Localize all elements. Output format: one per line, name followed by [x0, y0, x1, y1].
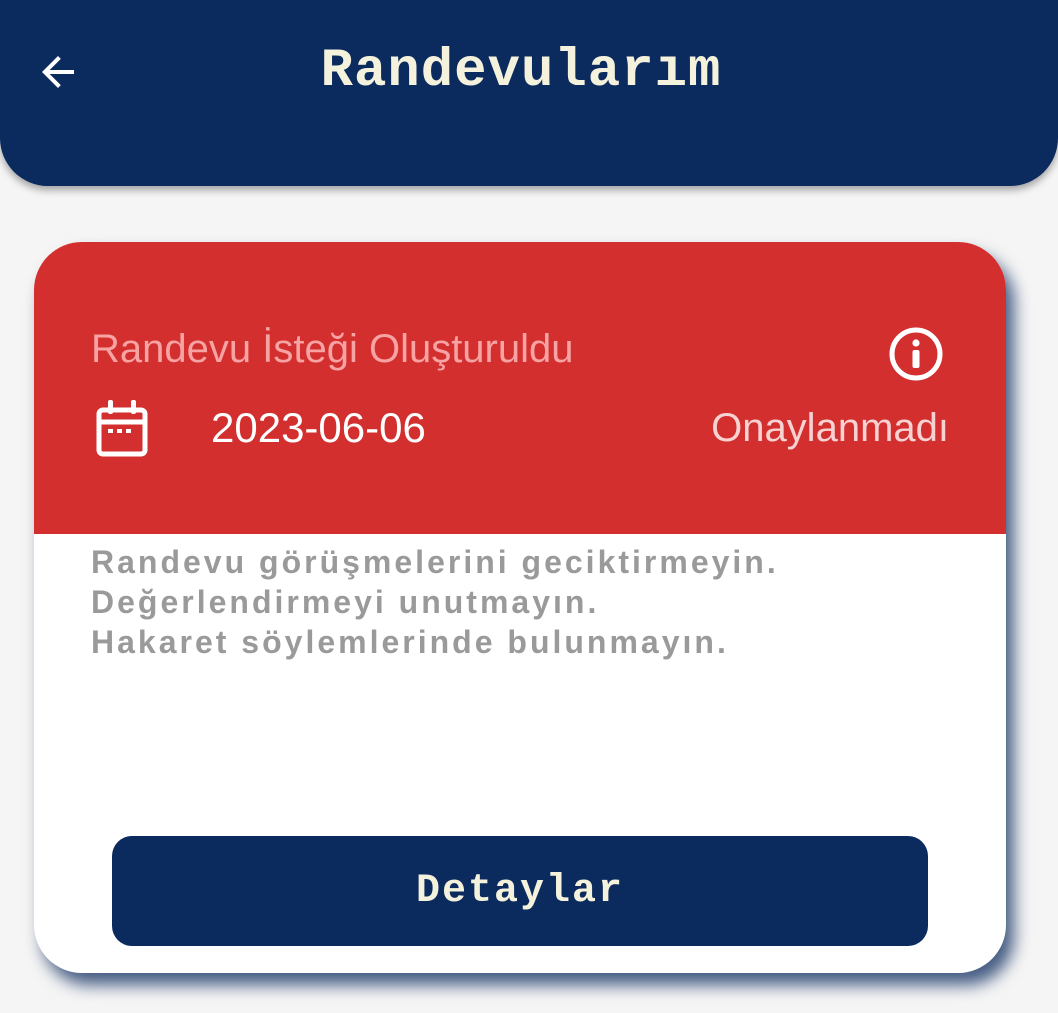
note-line: Değerlendirmeyi unutmayın.: [91, 584, 600, 620]
calendar-icon: [94, 398, 152, 460]
approval-status: Onaylanmadı: [711, 406, 949, 450]
page-title: Randevularım: [320, 41, 722, 102]
info-icon[interactable]: [886, 324, 946, 384]
appointment-status-title: Randevu İsteği Oluşturuldu: [91, 327, 574, 371]
note-line: Hakaret söylemlerinde bulunmayın.: [91, 624, 729, 660]
appointment-notes: Randevu görüşmelerini geciktirmeyin. Değ…: [91, 542, 779, 662]
appointment-card-header: Randevu İsteği Oluşturuldu 2023-06-06 On…: [34, 242, 1006, 534]
details-button[interactable]: Detaylar: [112, 836, 928, 946]
app-bar: Randevularım: [0, 0, 1058, 186]
appointment-card[interactable]: Randevu İsteği Oluşturuldu 2023-06-06 On…: [34, 242, 1006, 973]
note-line: Randevu görüşmelerini geciktirmeyin.: [91, 544, 779, 580]
appointment-date: 2023-06-06: [211, 404, 426, 451]
